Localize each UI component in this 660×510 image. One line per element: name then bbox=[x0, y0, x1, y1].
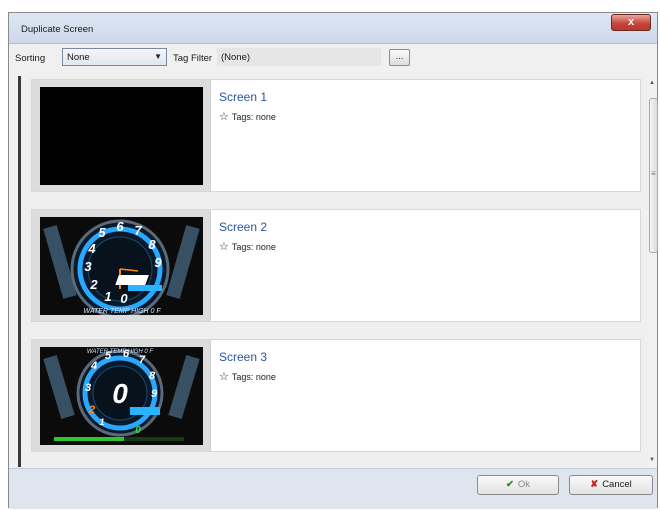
cancel-label: Cancel bbox=[602, 479, 632, 490]
scrollbar-thumb[interactable]: ≡ bbox=[649, 98, 658, 253]
warning-banner: WATER TEMP HIGH 0 F bbox=[83, 308, 161, 315]
speed-readout: 0 bbox=[135, 425, 141, 436]
cancel-button[interactable]: ✘ Cancel bbox=[569, 475, 653, 495]
screen-tags: ☆ Tags: none bbox=[219, 240, 276, 253]
gauge-number: 7 bbox=[139, 354, 146, 366]
gauge-number: 9 bbox=[154, 255, 162, 270]
tag-filter-browse-button[interactable]: ... bbox=[389, 49, 410, 66]
tag-filter-field: (None) bbox=[217, 48, 381, 66]
tags-text: Tags: none bbox=[231, 242, 276, 252]
screen-name[interactable]: Screen 1 bbox=[219, 90, 267, 104]
screen-tags: ☆ Tags: none bbox=[219, 370, 276, 383]
grip-icon: ≡ bbox=[651, 169, 656, 178]
screen-tags: ☆ Tags: none bbox=[219, 110, 276, 123]
dialog-footer: ✔ Ok ✘ Cancel bbox=[9, 468, 657, 509]
screen-list[interactable]: Screen 1 ☆ Tags: none 6 7 5 4 8 3 9 2 1 … bbox=[18, 76, 645, 467]
sorting-dropdown[interactable]: None ▼ bbox=[62, 48, 167, 66]
gauge-number: 6 bbox=[116, 219, 124, 234]
star-icon: ☆ bbox=[219, 371, 229, 383]
checkmark-icon: ✔ bbox=[505, 479, 514, 490]
chevron-down-icon: ▼ bbox=[154, 52, 162, 61]
thumbnail-frame bbox=[32, 80, 211, 191]
tags-text: Tags: none bbox=[231, 112, 276, 122]
ok-label: Ok bbox=[517, 479, 531, 490]
tag-filter-label: Tag Filter bbox=[173, 53, 213, 64]
gauge-number: 5 bbox=[98, 225, 106, 240]
scroll-down-icon[interactable]: ▼ bbox=[649, 457, 655, 463]
duplicate-screen-dialog: Duplicate Screen x Sorting None ▼ Tag Fi… bbox=[8, 12, 659, 509]
tags-text: Tags: none bbox=[231, 372, 276, 382]
dashboard-gauge-digital-graphic: 0 5 6 7 4 8 3 9 2 1 0 WATER TEMP HIGH 0 … bbox=[40, 347, 203, 445]
screen-thumbnail: 6 7 5 4 8 3 9 2 1 0 WATER TEMP HIGH 0 F bbox=[40, 217, 203, 315]
gauge-number: 4 bbox=[87, 241, 96, 256]
star-icon: ☆ bbox=[219, 241, 229, 253]
thumbnail-frame: 0 5 6 7 4 8 3 9 2 1 0 WATER TEMP HIGH 0 … bbox=[32, 340, 211, 451]
close-icon: ✘ bbox=[590, 479, 599, 490]
vertical-scrollbar[interactable]: ▲ ≡ ▼ bbox=[649, 76, 659, 467]
gauge-number: 4 bbox=[90, 360, 97, 372]
gauge-number: 1 bbox=[104, 289, 111, 304]
gauge-number: 1 bbox=[99, 417, 104, 427]
gauge-number: 3 bbox=[84, 259, 92, 274]
dialog-title: Duplicate Screen bbox=[21, 24, 94, 35]
dashboard-gauge-graphic: 6 7 5 4 8 3 9 2 1 0 WATER TEMP HIGH 0 F bbox=[40, 217, 203, 315]
screen-name[interactable]: Screen 3 bbox=[219, 350, 267, 364]
close-button[interactable]: x bbox=[611, 14, 651, 31]
gauge-number: 2 bbox=[88, 404, 95, 416]
gauge-number: 7 bbox=[134, 223, 142, 238]
ok-button[interactable]: ✔ Ok bbox=[477, 475, 559, 495]
gauge-number: 9 bbox=[151, 388, 158, 400]
screen-thumbnail bbox=[40, 87, 203, 185]
screen-card[interactable]: 0 5 6 7 4 8 3 9 2 1 0 WATER TEMP HIGH 0 … bbox=[31, 339, 641, 452]
thumbnail-frame: 6 7 5 4 8 3 9 2 1 0 WATER TEMP HIGH 0 F bbox=[32, 210, 211, 321]
close-icon: x bbox=[627, 16, 635, 28]
star-icon: ☆ bbox=[219, 111, 229, 123]
filter-toolbar: Sorting None ▼ Tag Filter (None) ... bbox=[9, 44, 657, 72]
sorting-label: Sorting bbox=[15, 53, 46, 64]
tag-filter-value: (None) bbox=[221, 52, 251, 63]
screen-name[interactable]: Screen 2 bbox=[219, 220, 267, 234]
gauge-number: 2 bbox=[89, 277, 98, 292]
scroll-up-icon[interactable]: ▲ bbox=[649, 80, 655, 86]
screen-thumbnail: 0 5 6 7 4 8 3 9 2 1 0 WATER TEMP HIGH 0 … bbox=[40, 347, 203, 445]
gear-readout: 0 bbox=[112, 378, 128, 409]
screen-card[interactable]: 6 7 5 4 8 3 9 2 1 0 WATER TEMP HIGH 0 F … bbox=[31, 209, 641, 322]
gauge-number: 8 bbox=[149, 370, 156, 382]
gauge-number: 3 bbox=[85, 382, 91, 394]
sorting-value: None bbox=[67, 52, 90, 63]
screen-card[interactable]: Screen 1 ☆ Tags: none bbox=[31, 79, 641, 192]
warning-banner: WATER TEMP HIGH 0 F bbox=[87, 349, 154, 355]
gauge-number: 8 bbox=[148, 237, 156, 252]
list-left-edge bbox=[18, 76, 21, 467]
title-bar: Duplicate Screen x bbox=[9, 13, 657, 44]
gauge-number: 0 bbox=[120, 291, 128, 306]
